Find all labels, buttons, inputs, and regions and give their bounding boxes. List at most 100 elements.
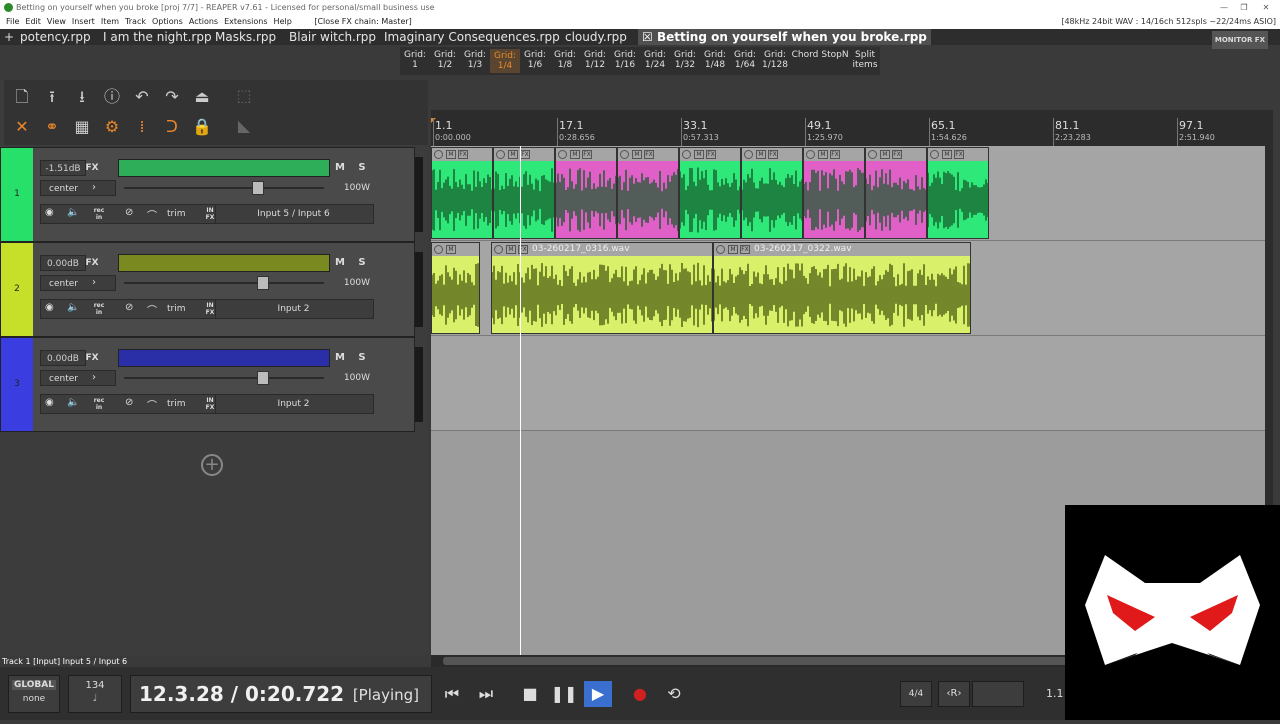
grid-button[interactable]: Grid: 1 <box>400 50 430 70</box>
item-volume-icon[interactable] <box>434 150 443 159</box>
mute-button[interactable]: M <box>332 350 348 366</box>
input-selector[interactable]: Input 2 <box>215 395 371 413</box>
item-volume-icon[interactable] <box>716 245 725 254</box>
snap-magnet-icon[interactable]: ᑐ <box>160 115 184 139</box>
track-name-field[interactable] <box>118 349 330 367</box>
media-item[interactable]: M FX <box>927 147 989 239</box>
trim-label[interactable]: trim <box>167 304 186 314</box>
fx-bypass-indicator[interactable] <box>100 255 106 271</box>
project-tab[interactable]: I am the night.rpp <box>103 29 212 45</box>
project-tab[interactable]: Imaginary Consequences.rpp <box>384 29 560 45</box>
record-arm-icon[interactable]: ◉ <box>45 302 54 313</box>
cursor-tool-icon[interactable]: ◣ <box>232 114 256 138</box>
grid-button[interactable]: StopN <box>820 50 850 60</box>
go-to-end-icon[interactable]: ⏭ <box>472 681 500 707</box>
envelope-icon[interactable]: ⌒ <box>147 207 157 222</box>
selection-area-icon[interactable]: ⬚ <box>232 84 256 108</box>
track-lane-3[interactable] <box>431 336 1273 431</box>
mute-button[interactable]: M <box>332 160 348 176</box>
new-project-icon[interactable]: 🗋 <box>10 85 34 109</box>
solo-button[interactable]: S <box>354 255 370 271</box>
envelope-icon[interactable]: ⌒ <box>147 397 157 412</box>
item-fx-icon[interactable]: FX <box>768 150 778 159</box>
item-volume-icon[interactable] <box>558 150 567 159</box>
media-item[interactable]: M FX 03-260217_0322.wav <box>713 242 971 334</box>
stop-icon[interactable]: ■ <box>516 681 544 707</box>
trim-label[interactable]: trim <box>167 209 186 219</box>
menu-edit[interactable]: Edit <box>25 15 41 29</box>
grid-button[interactable]: Grid: 1/24 <box>640 50 670 70</box>
pan-control[interactable]: center <box>40 275 116 291</box>
plus-circle-icon[interactable]: + <box>201 454 223 476</box>
grid-button[interactable]: Grid: 1/8 <box>550 50 580 70</box>
grid-button[interactable]: Chord <box>790 50 820 60</box>
item-fx-icon[interactable]: FX <box>458 150 468 159</box>
width-readout[interactable]: 100W <box>336 275 370 291</box>
track-name-field[interactable] <box>118 159 330 177</box>
minimize-icon[interactable]: — <box>1214 0 1234 15</box>
pan-control[interactable]: center <box>40 370 116 386</box>
fx-button[interactable]: FX <box>83 350 101 366</box>
item-mute-icon[interactable]: M <box>818 150 828 159</box>
time-display[interactable]: 12.3.28 / 0:20.722 [Playing] <box>130 675 432 713</box>
lock-icon[interactable]: 🔒 <box>190 115 214 139</box>
item-fx-icon[interactable]: FX <box>830 150 840 159</box>
volume-readout[interactable]: 0.00dB <box>40 350 86 366</box>
fader-knob[interactable] <box>257 276 270 290</box>
input-selector[interactable]: Input 5 / Input 6 <box>215 205 371 223</box>
grid-icon[interactable]: ▦ <box>70 115 94 139</box>
item-fx-icon[interactable]: FX <box>892 150 902 159</box>
record-input-button[interactable]: rec in <box>91 302 107 316</box>
grid-button[interactable]: Grid: 1/64 <box>730 50 760 70</box>
item-volume-icon[interactable] <box>806 150 815 159</box>
item-fx-icon[interactable]: FX <box>520 150 530 159</box>
item-fx-icon[interactable]: FX <box>740 245 750 254</box>
volume-fader[interactable] <box>118 275 330 291</box>
item-volume-icon[interactable] <box>682 150 691 159</box>
tempo-box[interactable]: 134 ♩ <box>68 675 122 713</box>
project-tab[interactable]: ☒ Betting on yourself when you broke.rpp <box>638 29 931 45</box>
item-mute-icon[interactable]: M <box>506 245 516 254</box>
project-tab[interactable]: Blair witch.rpp <box>289 29 376 45</box>
media-item[interactable]: M FX <box>555 147 617 239</box>
monitor-speaker-icon[interactable]: 🔈 <box>67 207 79 218</box>
upload-icon[interactable]: ⭱ <box>40 85 64 109</box>
record-input-button[interactable]: rec in <box>91 207 107 221</box>
close-icon[interactable]: ✕ <box>1256 0 1276 15</box>
link-icon[interactable]: ⚭ <box>40 115 64 139</box>
menu-track[interactable]: Track <box>125 15 146 29</box>
menu-help[interactable]: Help <box>274 15 292 29</box>
item-mute-icon[interactable]: M <box>446 150 456 159</box>
tempo-value[interactable]: 134 <box>69 680 121 691</box>
monitor-speaker-icon[interactable]: 🔈 <box>67 302 79 313</box>
item-mute-icon[interactable]: M <box>880 150 890 159</box>
undo-icon[interactable]: ↶ <box>130 85 154 109</box>
grid-button[interactable]: Grid: 1/48 <box>700 50 730 70</box>
menu-view[interactable]: View <box>47 15 66 29</box>
region-button[interactable]: ‹R› <box>938 681 970 707</box>
envelope-icon[interactable]: ⌒ <box>147 302 157 317</box>
metronome-icon[interactable]: ⏏ <box>190 85 214 109</box>
solo-button[interactable]: S <box>354 160 370 176</box>
menu-extensions[interactable]: Extensions <box>224 15 267 29</box>
item-mute-icon[interactable]: M <box>756 150 766 159</box>
pan-arrow-icon[interactable]: › <box>92 275 96 291</box>
grid-button[interactable]: Grid: 1/6 <box>520 50 550 70</box>
media-item[interactable]: M FX <box>493 147 555 239</box>
pause-icon[interactable]: ❚❚ <box>550 681 578 707</box>
fx-bypass-indicator[interactable] <box>100 350 106 366</box>
item-volume-icon[interactable] <box>744 150 753 159</box>
media-item[interactable]: M FX <box>617 147 679 239</box>
audio-device-status[interactable]: [48kHz 24bit WAV : 14/16ch 512spls ~22/2… <box>1061 15 1276 29</box>
download-icon[interactable]: ⭳ <box>70 85 94 109</box>
track-header[interactable]: 1 -1.51dB FX M Scenter › 100W ◉ 🔈 rec in ⊘ ⌒ trim IN FX… <box>0 147 415 242</box>
play-icon[interactable]: ▶ <box>584 681 612 707</box>
pan-arrow-icon[interactable]: › <box>92 370 96 386</box>
media-item[interactable]: M FX 03-260217_0316.wav <box>491 242 713 334</box>
width-readout[interactable]: 100W <box>336 370 370 386</box>
track-header[interactable]: 3 0.00dB FX M Scenter › 100W ◉ 🔈 rec in ⊘ ⌒ trim IN FX I… <box>0 337 415 432</box>
record-icon[interactable]: ● <box>626 681 654 707</box>
item-fx-icon[interactable]: FX <box>582 150 592 159</box>
record-arm-icon[interactable]: ◉ <box>45 397 54 408</box>
item-mute-icon[interactable]: M <box>446 245 456 254</box>
